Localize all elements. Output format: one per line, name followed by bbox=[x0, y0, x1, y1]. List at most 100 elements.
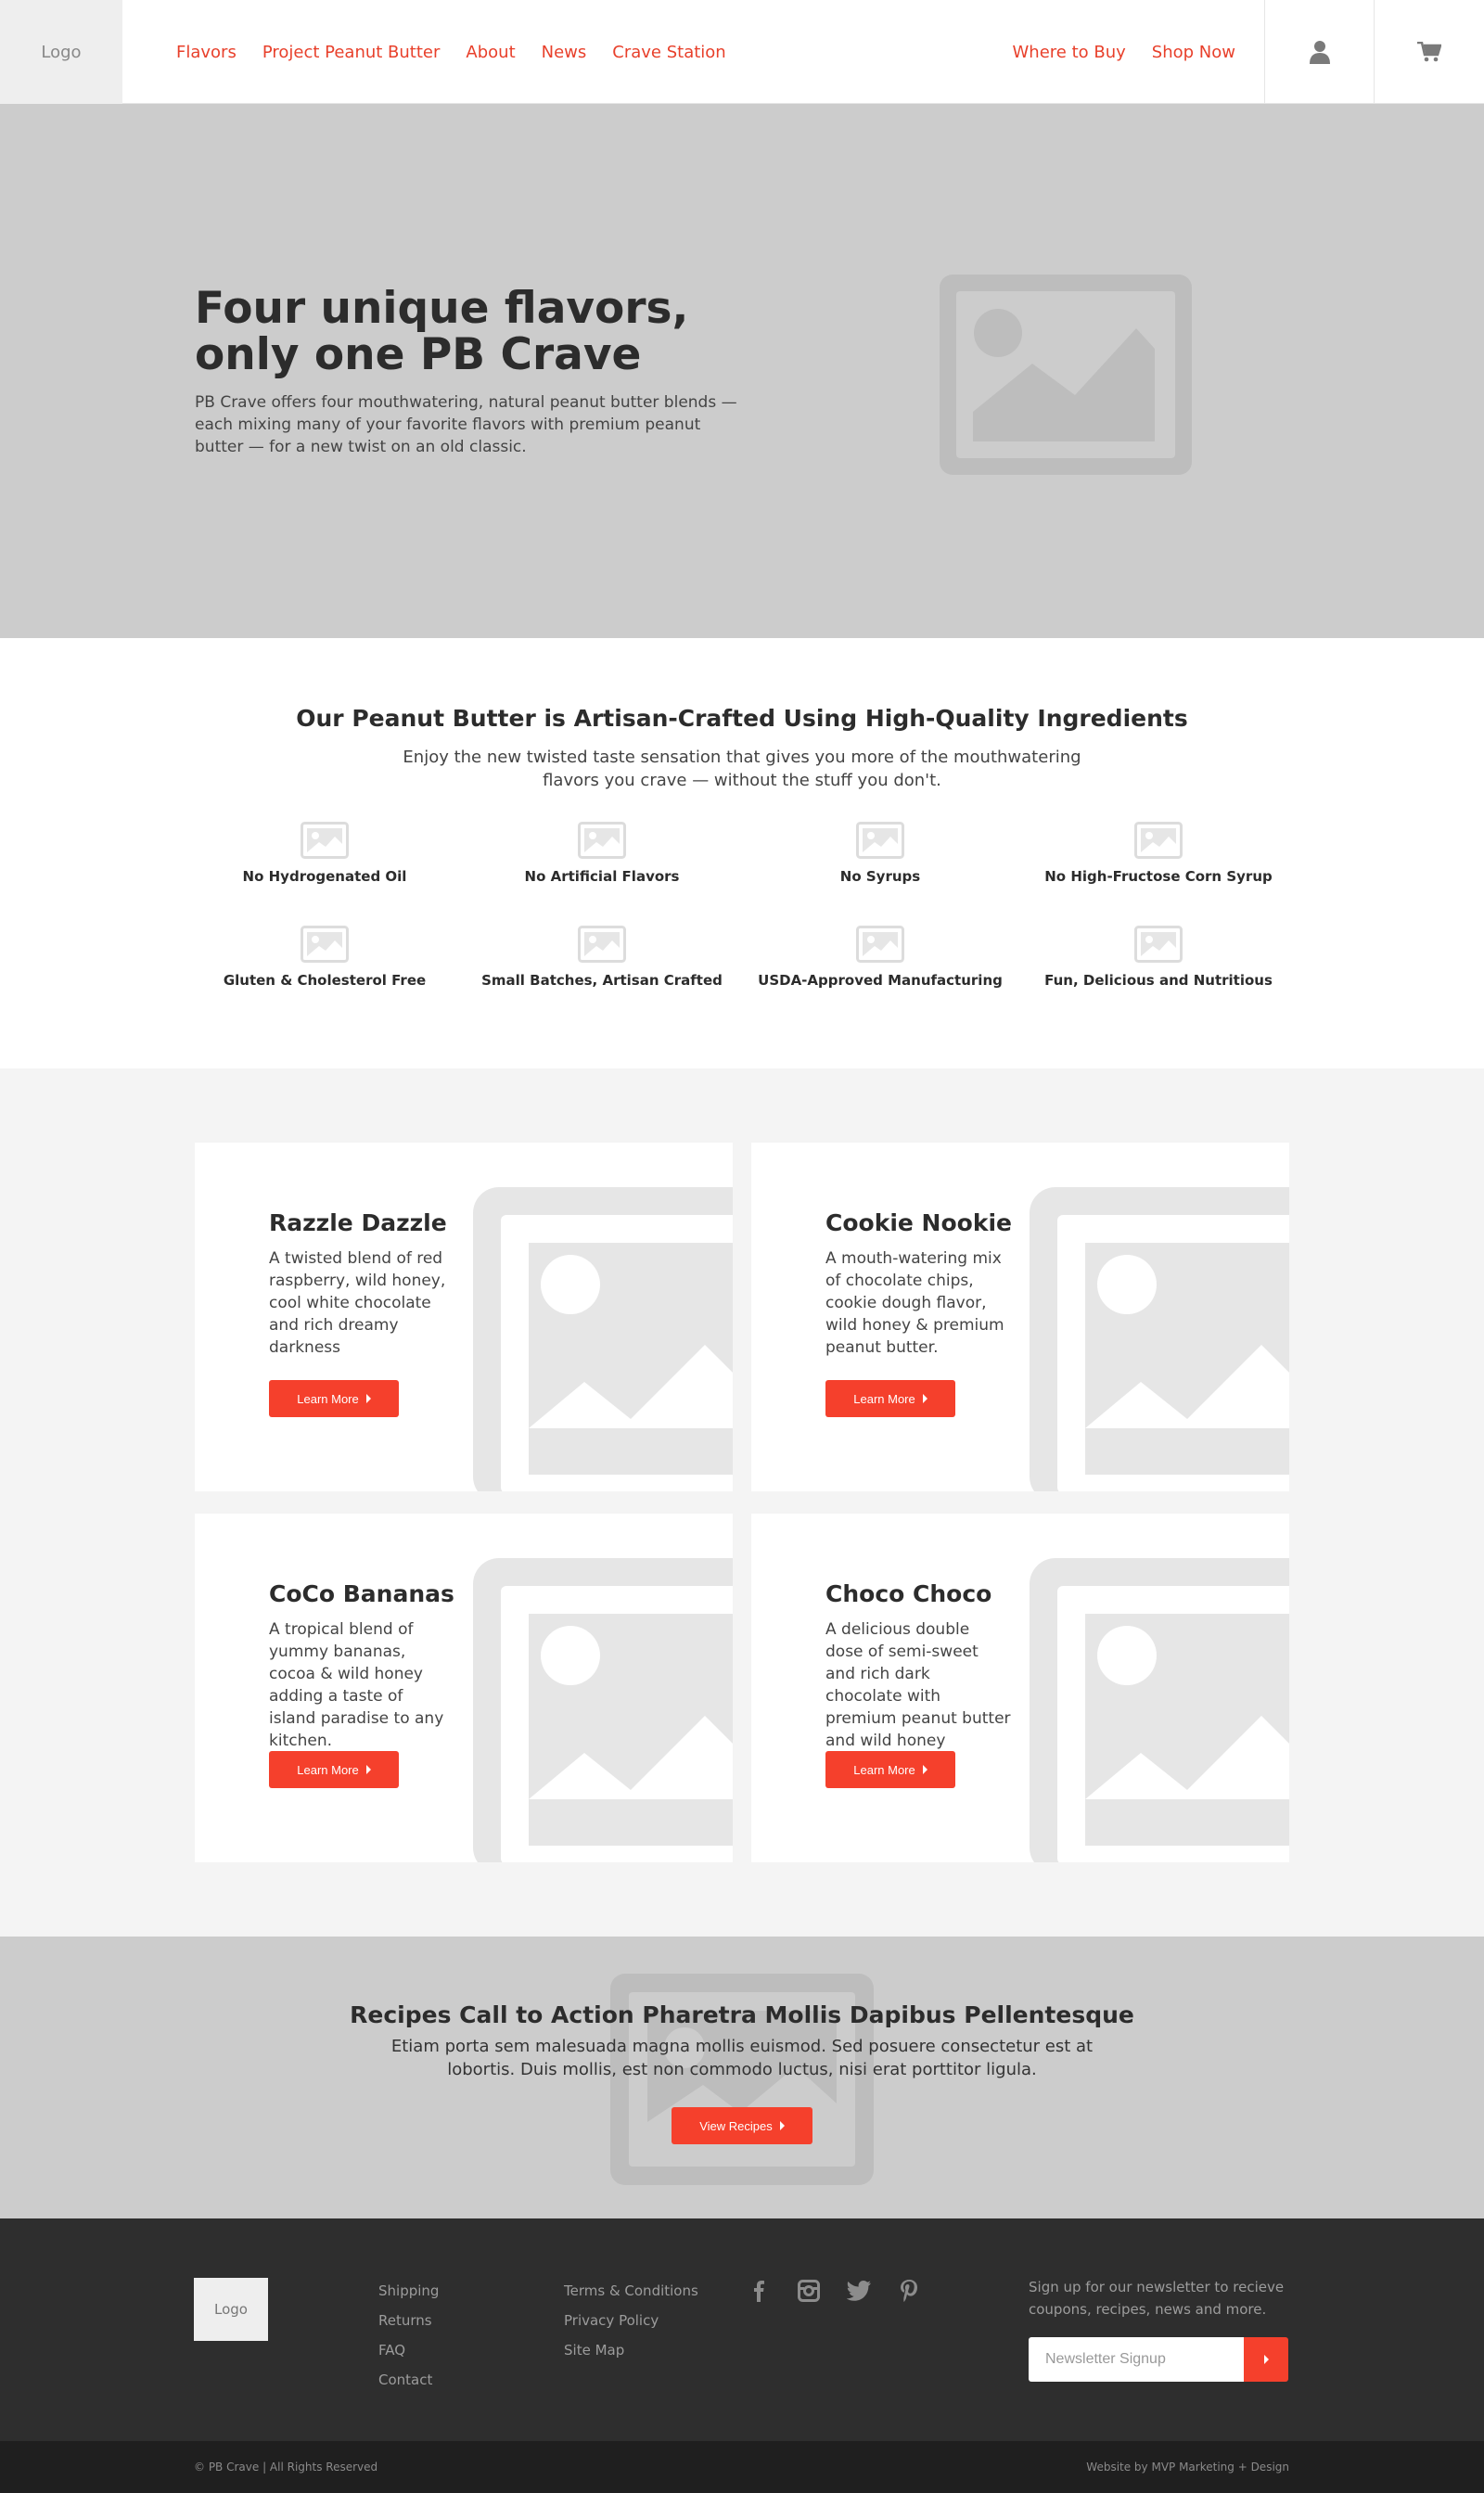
account-button[interactable] bbox=[1264, 0, 1374, 104]
flavor-card-coco-bananas: CoCo Bananas A tropical blend of yummy b… bbox=[195, 1514, 733, 1862]
image-placeholder-icon bbox=[856, 822, 904, 859]
feature-label: Fun, Delicious and Nutritious bbox=[1044, 972, 1273, 989]
nav-link-where-to-buy[interactable]: Where to Buy bbox=[1013, 43, 1126, 62]
user-icon bbox=[1309, 41, 1330, 64]
flavor-card-razzle-dazzle: Razzle Dazzle A twisted blend of red ras… bbox=[195, 1143, 733, 1491]
learn-more-button[interactable]: Learn More bbox=[825, 1380, 955, 1417]
flavor-title: Razzle Dazzle bbox=[269, 1209, 447, 1236]
pinterest-icon[interactable] bbox=[896, 2278, 922, 2304]
instagram-icon[interactable] bbox=[796, 2278, 822, 2304]
footer-link-terms[interactable]: Terms & Conditions bbox=[564, 2276, 698, 2306]
flavor-description: A mouth-watering mix of chocolate chips,… bbox=[825, 1249, 1004, 1357]
image-placeholder-icon bbox=[856, 926, 904, 963]
feature-item: No Artificial Flavors bbox=[463, 822, 741, 885]
feature-item: Gluten & Cholesterol Free bbox=[186, 926, 464, 989]
feature-label: No High-Fructose Corn Syrup bbox=[1044, 868, 1273, 885]
caret-right-icon bbox=[1263, 2355, 1269, 2364]
facebook-icon[interactable] bbox=[746, 2278, 772, 2304]
caret-right-icon bbox=[365, 1765, 371, 1774]
flavor-card-cookie-nookie: Cookie Nookie A mouth-watering mix of ch… bbox=[751, 1143, 1289, 1491]
footer-links-col-2: Terms & Conditions Privacy Policy Site M… bbox=[564, 2276, 698, 2365]
hero-text: PB Crave offers four mouthwatering, natu… bbox=[195, 393, 737, 456]
site-credit[interactable]: Website by MVP Marketing + Design bbox=[1086, 2441, 1289, 2493]
flavor-image-placeholder-icon bbox=[473, 1187, 733, 1491]
flavor-card-choco-choco: Choco Choco A delicious double dose of s… bbox=[751, 1514, 1289, 1862]
feature-label: USDA-Approved Manufacturing bbox=[758, 972, 1003, 989]
footer-link-privacy[interactable]: Privacy Policy bbox=[564, 2306, 698, 2335]
flavor-description: A twisted blend of red raspberry, wild h… bbox=[269, 1249, 446, 1357]
flavor-image-placeholder-icon bbox=[1030, 1187, 1289, 1491]
features-section: Our Peanut Butter is Artisan-Crafted Usi… bbox=[0, 638, 1484, 1068]
hero-section: Four unique flavors, only one PB Crave P… bbox=[0, 104, 1484, 638]
feature-label: No Hydrogenated Oil bbox=[242, 868, 407, 885]
recipes-cta-section: Recipes Call to Action Pharetra Mollis D… bbox=[0, 1937, 1484, 2218]
caret-right-icon bbox=[365, 1394, 371, 1403]
nav-link-crave-station[interactable]: Crave Station bbox=[612, 43, 725, 62]
caret-right-icon bbox=[779, 2121, 785, 2130]
learn-more-label: Learn More bbox=[853, 1391, 915, 1406]
hero-title: Four unique flavors, only one PB Crave bbox=[195, 283, 689, 380]
twitter-icon[interactable] bbox=[846, 2278, 872, 2304]
footer-links-col-1: Shipping Returns FAQ Contact bbox=[378, 2276, 439, 2395]
nav-link-project-peanut-butter[interactable]: Project Peanut Butter bbox=[262, 43, 441, 62]
nav-link-about[interactable]: About bbox=[466, 43, 515, 62]
flavor-title: Cookie Nookie bbox=[825, 1209, 1012, 1236]
flavor-description: A delicious double dose of semi-sweet an… bbox=[825, 1620, 1011, 1750]
footer-link-contact[interactable]: Contact bbox=[378, 2365, 439, 2395]
feature-item: No High-Fructose Corn Syrup bbox=[1019, 822, 1298, 885]
footer-logo[interactable]: Logo bbox=[194, 2278, 268, 2341]
learn-more-button[interactable]: Learn More bbox=[825, 1751, 955, 1788]
newsletter-input[interactable] bbox=[1029, 2337, 1244, 2382]
cart-icon bbox=[1416, 42, 1441, 62]
flavor-title: Choco Choco bbox=[825, 1580, 992, 1607]
image-placeholder-icon bbox=[1134, 822, 1183, 859]
nav-link-flavors[interactable]: Flavors bbox=[176, 43, 237, 62]
site-footer: Logo Shipping Returns FAQ Contact Terms … bbox=[0, 2218, 1484, 2441]
image-placeholder-icon bbox=[578, 822, 626, 859]
footer-link-faq[interactable]: FAQ bbox=[378, 2335, 439, 2365]
learn-more-label: Learn More bbox=[297, 1391, 359, 1406]
features-subtitle: Enjoy the new twisted taste sensation th… bbox=[403, 748, 1081, 790]
cta-title: Recipes Call to Action Pharetra Mollis D… bbox=[350, 2001, 1134, 2028]
logo[interactable]: Logo bbox=[0, 0, 122, 104]
learn-more-label: Learn More bbox=[853, 1762, 915, 1777]
learn-more-label: Learn More bbox=[297, 1762, 359, 1777]
cart-button[interactable] bbox=[1374, 0, 1483, 104]
feature-label: Gluten & Cholesterol Free bbox=[223, 972, 427, 989]
image-placeholder-icon bbox=[301, 822, 349, 859]
feature-item: Fun, Delicious and Nutritious bbox=[1019, 926, 1298, 989]
feature-item: Small Batches, Artisan Crafted bbox=[463, 926, 741, 989]
image-placeholder-icon bbox=[301, 926, 349, 963]
image-placeholder-icon bbox=[1134, 926, 1183, 963]
newsletter-submit-button[interactable] bbox=[1244, 2337, 1288, 2382]
footer-link-shipping[interactable]: Shipping bbox=[378, 2276, 439, 2306]
cta-text: Etiam porta sem malesuada magna mollis e… bbox=[390, 2037, 1094, 2079]
caret-right-icon bbox=[922, 1394, 928, 1403]
learn-more-button[interactable]: Learn More bbox=[269, 1751, 399, 1788]
flavor-title: CoCo Bananas bbox=[269, 1580, 454, 1607]
copyright: © PB Crave | All Rights Reserved bbox=[194, 2461, 378, 2474]
footer-link-sitemap[interactable]: Site Map bbox=[564, 2335, 698, 2365]
nav-link-news[interactable]: News bbox=[542, 43, 587, 62]
feature-label: Small Batches, Artisan Crafted bbox=[481, 972, 723, 989]
feature-label: No Syrups bbox=[839, 868, 921, 885]
view-recipes-button[interactable]: View Recipes bbox=[672, 2107, 812, 2144]
flavor-image-placeholder-icon bbox=[473, 1558, 733, 1862]
flavors-section: Razzle Dazzle A twisted blend of red ras… bbox=[0, 1068, 1484, 1937]
footer-link-returns[interactable]: Returns bbox=[378, 2306, 439, 2335]
learn-more-button[interactable]: Learn More bbox=[269, 1380, 399, 1417]
flavor-description: A tropical blend of yummy bananas, cocoa… bbox=[269, 1620, 444, 1750]
feature-label: No Artificial Flavors bbox=[524, 868, 680, 885]
feature-item: USDA-Approved Manufacturing bbox=[741, 926, 1019, 989]
caret-right-icon bbox=[922, 1765, 928, 1774]
nav-link-shop-now[interactable]: Shop Now bbox=[1152, 43, 1235, 62]
secondary-nav: Where to Buy Shop Now bbox=[1013, 0, 1236, 104]
primary-nav: Flavors Project Peanut Butter About News… bbox=[176, 0, 726, 104]
feature-item: No Hydrogenated Oil bbox=[186, 822, 464, 885]
social-links bbox=[746, 2278, 922, 2304]
image-placeholder-icon bbox=[578, 926, 626, 963]
site-header: Logo Flavors Project Peanut Butter About… bbox=[0, 0, 1484, 104]
hero-image-placeholder-icon bbox=[940, 275, 1192, 475]
view-recipes-label: View Recipes bbox=[699, 2118, 773, 2133]
features-title: Our Peanut Butter is Artisan-Crafted Usi… bbox=[296, 705, 1188, 732]
